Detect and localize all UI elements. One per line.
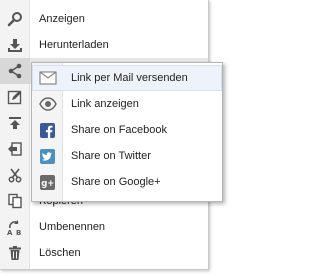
submenu-item-label: Share on Twitter [71,150,151,162]
svg-text:g+: g+ [41,179,54,189]
submenu-item-twitter[interactable]: Share on Twitter [32,143,222,169]
submenu-item-label: Link per Mail versenden [71,72,188,84]
menu-item-label: Umbenennen [39,221,106,233]
submenu-item-google-plus[interactable]: g+ Share on Google+ [32,169,222,195]
share-submenu: Link per Mail versenden Link anzeigen Sh… [31,62,223,202]
search-icon [0,6,30,32]
edit-icon [0,84,30,110]
menu-item-label: Herunterladen [39,39,109,51]
svg-text:B: B [16,229,21,235]
trash-icon [0,240,30,266]
cut-icon [0,162,30,188]
submenu-item-facebook[interactable]: Share on Facebook [32,117,222,143]
rename-icon: AB [0,214,30,240]
menu-item-download[interactable]: Herunterladen [0,32,208,58]
move-icon [0,136,30,162]
submenu-item-mail-link[interactable]: Link per Mail versenden [32,65,222,91]
share-icon [0,58,30,84]
eye-icon [32,91,63,117]
menu-item-view[interactable]: Anzeigen [0,6,208,32]
download-icon [0,32,30,58]
menu-item-label: Anzeigen [39,13,85,25]
upload-icon [0,110,30,136]
svg-text:A: A [7,229,13,235]
twitter-icon [32,143,63,169]
facebook-icon [32,117,63,143]
menu-item-label: Löschen [39,247,81,259]
menu-item-delete[interactable]: Löschen [0,240,208,266]
submenu-item-show-link[interactable]: Link anzeigen [32,91,222,117]
mail-icon [32,65,63,91]
google-plus-icon: g+ [32,169,63,195]
submenu-item-label: Share on Facebook [71,124,168,136]
submenu-item-label: Share on Google+ [71,176,161,188]
menu-item-rename[interactable]: AB Umbenennen [0,214,208,240]
copy-icon [0,188,30,214]
submenu-item-label: Link anzeigen [71,98,139,110]
